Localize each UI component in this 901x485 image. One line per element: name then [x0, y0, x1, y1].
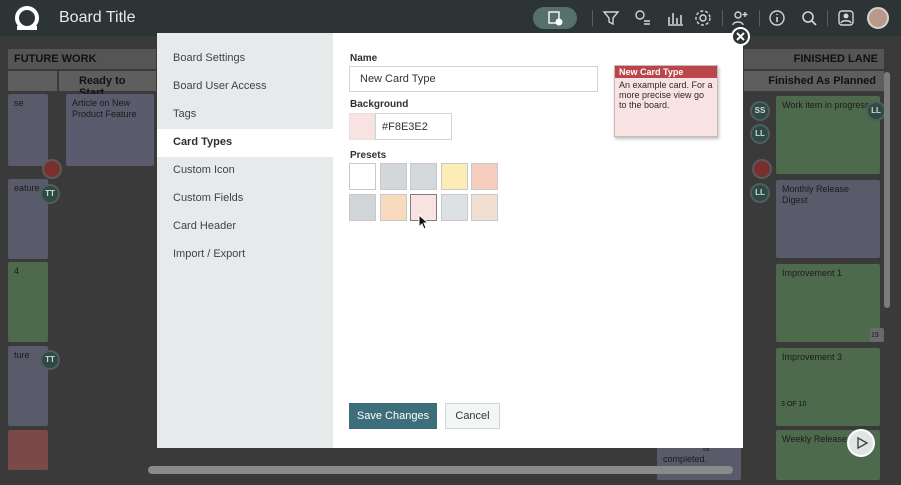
preview-card-body: An example card. For a more precise view… [619, 80, 713, 110]
toolbar-divider [592, 10, 593, 26]
toolbar-divider [722, 10, 723, 26]
date-badge: 19 [870, 328, 884, 342]
name-label: Name [350, 53, 378, 64]
horizontal-scrollbar[interactable] [148, 466, 733, 474]
assignee-avatar[interactable]: TT [40, 350, 60, 370]
lane-header-future-work[interactable]: FUTURE WORK [8, 49, 156, 69]
progress-done: 3 [781, 401, 785, 408]
board-card[interactable] [8, 430, 48, 470]
sidebar-item-card-types[interactable]: Card Types [157, 129, 333, 157]
play-icon [857, 436, 869, 450]
preset-color-swatch[interactable] [440, 194, 468, 221]
planning-icon[interactable] [634, 9, 652, 27]
close-icon [736, 32, 745, 41]
progress-of: OF [786, 401, 797, 408]
board-card[interactable]: 4 [8, 262, 48, 342]
preset-color-swatch[interactable] [379, 163, 407, 190]
mouse-cursor-icon [418, 214, 430, 230]
top-bar: Board Title [0, 0, 901, 36]
assignee-avatar[interactable]: SS [750, 101, 770, 121]
sidebar-item-tags[interactable]: Tags [157, 101, 333, 129]
sidebar-item-import-export[interactable]: Import / Export [157, 241, 333, 269]
background-color-swatch[interactable] [349, 113, 375, 140]
board-card[interactable]: se [8, 94, 48, 166]
lane-header-finished[interactable]: FINISHED LANE [744, 49, 884, 69]
board-card[interactable]: Improvement 1 [776, 264, 880, 342]
filter-icon[interactable] [602, 9, 620, 27]
sidebar-item-card-header[interactable]: Card Header [157, 213, 333, 241]
preset-color-swatch[interactable] [471, 194, 498, 221]
blocked-icon[interactable] [752, 159, 772, 179]
preset-color-swatch[interactable] [349, 163, 376, 190]
add-card-button[interactable] [533, 7, 577, 29]
sidebar-item-board-settings[interactable]: Board Settings [157, 45, 333, 73]
assignee-avatar[interactable]: LL [750, 124, 770, 144]
card-text-fragment: completed. [663, 454, 708, 464]
board-card[interactable]: Article on New Product Feature [66, 94, 154, 166]
cancel-button[interactable]: Cancel [445, 403, 500, 429]
presets-label: Presets [350, 150, 387, 161]
preset-color-swatch[interactable] [379, 194, 407, 221]
help-button[interactable] [847, 429, 875, 457]
preset-color-swatch[interactable] [471, 163, 498, 190]
preview-card-title: New Card Type [615, 66, 717, 78]
analytics-icon[interactable] [666, 9, 684, 27]
preset-color-swatch[interactable] [410, 163, 437, 190]
sublane-header-ready[interactable]: Ready to Start [59, 71, 156, 99]
add-card-icon [548, 11, 563, 26]
assignee-avatar[interactable]: LL [750, 183, 770, 203]
info-icon[interactable] [768, 9, 786, 27]
add-user-icon[interactable] [731, 9, 749, 27]
sidebar-item-custom-icon[interactable]: Custom Icon [157, 157, 333, 185]
assignee-avatar[interactable]: LL [866, 101, 886, 121]
sublane-header-finished-as-planned[interactable]: Finished As Planned [744, 71, 884, 91]
sidebar-item-custom-fields[interactable]: Custom Fields [157, 185, 333, 213]
vertical-scrollbar[interactable] [884, 72, 890, 308]
card-progress: 3 OF 10 [781, 401, 806, 408]
preset-color-swatch[interactable] [349, 194, 376, 221]
toolbar-divider [759, 10, 760, 26]
close-modal-button[interactable] [731, 27, 750, 46]
board-title[interactable]: Board Title [59, 9, 135, 27]
toolbar-divider [827, 10, 828, 26]
progress-total: 10 [798, 401, 807, 408]
card-type-name-input[interactable] [349, 66, 598, 92]
board-card[interactable]: Monthly Release Digest [776, 180, 880, 258]
app-logo-icon[interactable] [14, 5, 40, 31]
settings-sidebar: Board Settings Board User Access Tags Ca… [157, 33, 333, 448]
user-avatar[interactable] [867, 7, 889, 29]
preset-color-swatch[interactable] [440, 163, 468, 190]
background-color-input[interactable] [375, 113, 452, 140]
save-changes-button[interactable]: Save Changes [349, 403, 437, 429]
sublane-header-partial[interactable] [8, 71, 57, 91]
board-card[interactable]: Improvement 3 [776, 348, 880, 426]
search-icon[interactable] [800, 9, 818, 27]
board-card[interactable]: Work item in progress [776, 96, 880, 174]
blocked-icon[interactable] [42, 159, 62, 179]
card-preview: New Card Type An example card. For a mor… [614, 65, 718, 137]
gear-icon[interactable] [694, 9, 712, 27]
background-label: Background [350, 99, 409, 110]
assignee-avatar[interactable]: TT [40, 184, 60, 204]
sidebar-item-board-user-access[interactable]: Board User Access [157, 73, 333, 101]
user-menu-icon[interactable] [837, 9, 855, 27]
